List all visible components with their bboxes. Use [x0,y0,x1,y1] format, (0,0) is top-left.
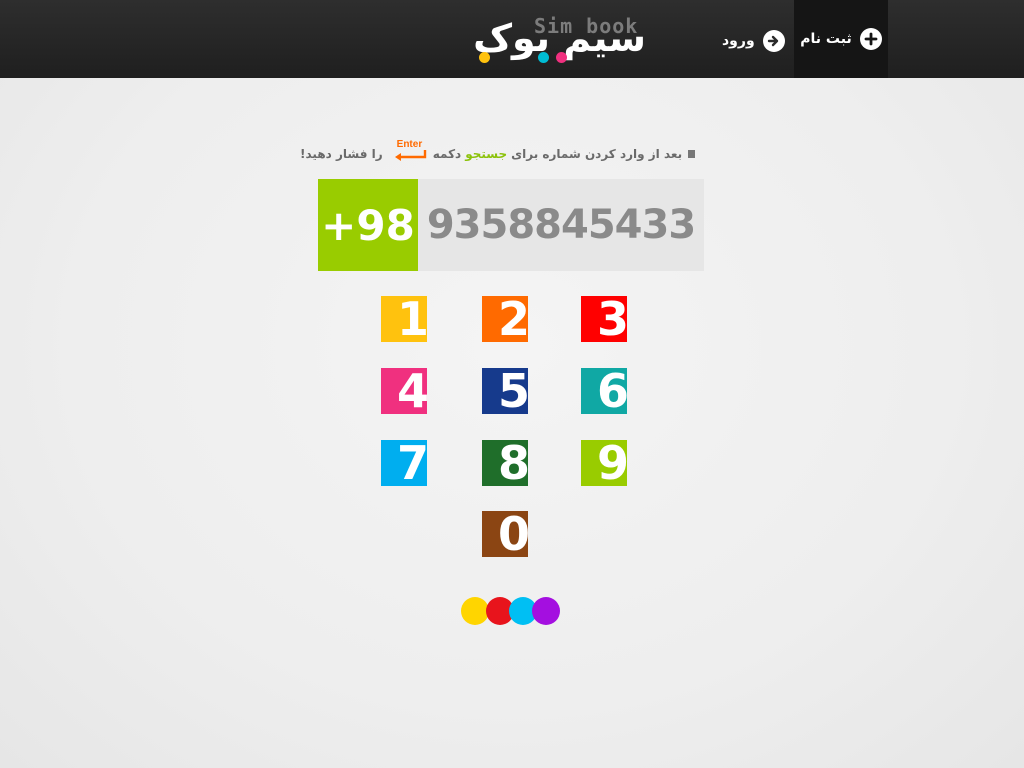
key-label: 6 [596,364,629,418]
key-label: 2 [497,292,530,346]
phone-number-value: 9358845433 [426,202,696,248]
keypad-key-6[interactable]: 6 [581,364,629,418]
keypad-key-2[interactable]: 2 [482,292,530,346]
key-label: 1 [396,292,429,346]
country-code: +98 [318,179,418,271]
phone-number-display[interactable]: +98 9358845433 [318,179,704,271]
search-hint: بعد از وارد کردن شماره برای جستجو دکمه E… [300,139,695,166]
color-dot-1 [461,597,489,625]
key-label: 3 [596,292,629,346]
key-label: 9 [596,436,629,490]
arrow-right-icon [762,30,785,52]
enter-key-icon: Enter [391,139,426,166]
keypad-key-1[interactable]: 1 [381,292,429,346]
hint-text-part3: را فشار دهید! [300,147,383,161]
logo-dot-cyan [538,52,549,63]
color-dot-4 [532,597,560,625]
register-label: ثبت نام [800,31,852,47]
login-link[interactable]: ورود [722,27,785,55]
register-button[interactable]: ثبت نام [794,0,888,78]
logo-dot-yellow [479,52,490,63]
login-label: ورود [722,33,755,49]
site-logo[interactable]: Sim book سیم بوک [376,14,646,70]
key-label: 5 [497,364,530,418]
key-label: 0 [497,507,530,561]
key-label: 7 [396,436,429,490]
keypad-key-5[interactable]: 5 [482,364,530,418]
key-label: 4 [396,364,429,418]
key-label: 8 [497,436,530,490]
keypad-key-9[interactable]: 9 [581,436,629,490]
keypad-key-3[interactable]: 3 [581,292,629,346]
hint-text-part1: بعد از وارد کردن شماره برای [511,147,683,161]
hint-search-highlight: جستجو [465,147,508,161]
site-header: Sim book سیم بوک ورود ثبت نام [0,0,1024,78]
hint-text-part2: دکمه [432,147,462,161]
keypad-key-7[interactable]: 7 [381,436,429,490]
keypad-key-4[interactable]: 4 [381,364,429,418]
keypad-key-8[interactable]: 8 [482,436,530,490]
plus-icon [859,28,882,50]
keypad-key-0[interactable]: 0 [482,507,530,561]
hint-bullet [688,150,695,158]
logo-dot-pink [556,52,567,63]
